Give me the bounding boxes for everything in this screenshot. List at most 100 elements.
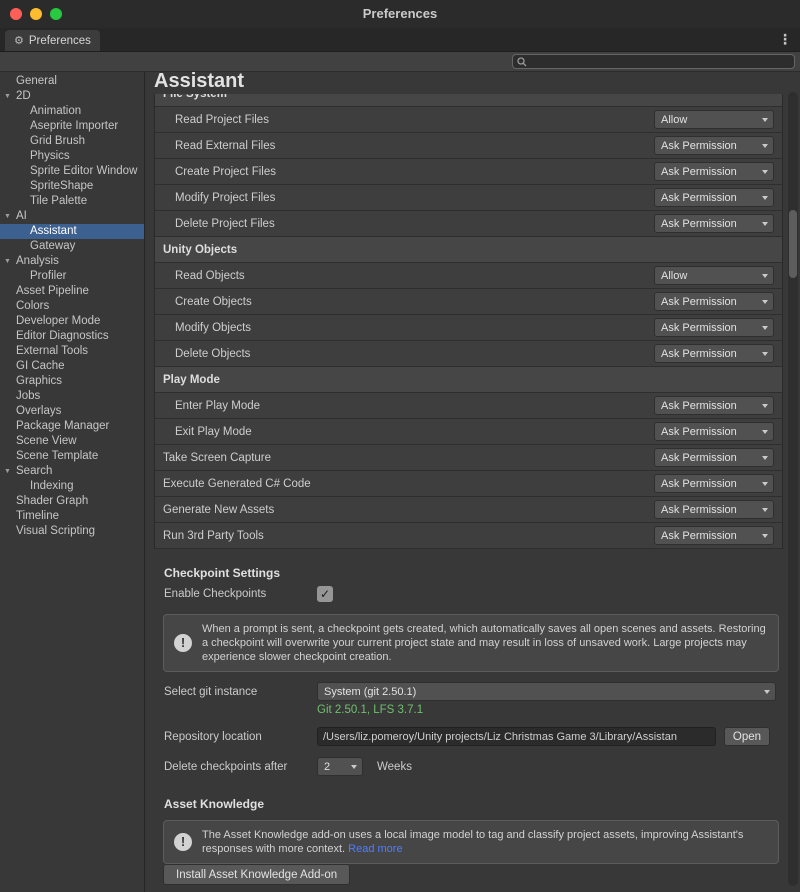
sidebar-item-assistant[interactable]: Assistant	[0, 224, 144, 239]
git-instance-dropdown[interactable]: System (git 2.50.1)	[317, 682, 776, 701]
install-asset-knowledge-button[interactable]: Install Asset Knowledge Add-on	[163, 864, 350, 885]
enable-checkpoints-checkbox[interactable]: ✓	[317, 586, 333, 602]
sidebar-item-overlays[interactable]: Overlays	[0, 404, 144, 419]
dropdown-value: Ask Permission	[655, 218, 762, 230]
sidebar-item-colors[interactable]: Colors	[0, 299, 144, 314]
permission-dropdown-modify-project-files[interactable]: Ask Permission	[654, 188, 774, 207]
sidebar-item-animation[interactable]: Animation	[0, 104, 144, 119]
permission-label: Play Mode	[163, 374, 220, 386]
chevron-down-icon	[762, 118, 768, 122]
main-area: General▼2DAnimationAseprite ImporterGrid…	[0, 72, 800, 892]
sidebar-item-label: SpriteShape	[30, 180, 93, 192]
gear-icon: ⚙	[14, 34, 24, 47]
sidebar-item-ai[interactable]: ▼AI	[0, 209, 144, 224]
sidebar-item-gi-cache[interactable]: GI Cache	[0, 359, 144, 374]
sidebar-item-developer-mode[interactable]: Developer Mode	[0, 314, 144, 329]
permission-dropdown-generate-new-assets[interactable]: Ask Permission	[654, 500, 774, 519]
foldout-arrow-icon[interactable]: ▼	[4, 464, 11, 479]
foldout-arrow-icon[interactable]: ▼	[4, 89, 11, 104]
permission-label: Execute Generated C# Code	[163, 478, 311, 490]
dropdown-value: Ask Permission	[655, 426, 762, 438]
dropdown-value: Ask Permission	[655, 530, 762, 542]
permission-row-read-objects: Read Objects Allow	[155, 263, 782, 289]
dropdown-value: Ask Permission	[655, 140, 762, 152]
tab-preferences[interactable]: ⚙ Preferences	[5, 30, 100, 51]
sidebar-item-sprite-editor-window[interactable]: Sprite Editor Window	[0, 164, 144, 179]
sidebar-item-gateway[interactable]: Gateway	[0, 239, 144, 254]
delete-after-unit: Weeks	[377, 761, 412, 773]
checkpoint-info-text: When a prompt is sent, a checkpoint gets…	[202, 622, 768, 664]
search-input[interactable]	[530, 56, 790, 68]
permission-dropdown-modify-objects[interactable]: Ask Permission	[654, 318, 774, 337]
permission-dropdown-run-3rd-party-tools[interactable]: Ask Permission	[654, 526, 774, 545]
sidebar-item-visual-scripting[interactable]: Visual Scripting	[0, 524, 144, 539]
sidebar-item-label: Timeline	[16, 510, 59, 522]
sidebar-item-2d[interactable]: ▼2D	[0, 89, 144, 104]
permission-dropdown-take-screen-capture[interactable]: Ask Permission	[654, 448, 774, 467]
foldout-arrow-icon[interactable]: ▼	[4, 254, 11, 269]
sidebar-item-grid-brush[interactable]: Grid Brush	[0, 134, 144, 149]
delete-checkpoints-label: Delete checkpoints after	[164, 761, 317, 773]
delete-after-dropdown[interactable]: 2	[317, 757, 363, 776]
permission-label: Create Project Files	[175, 166, 276, 178]
sidebar-item-asset-pipeline[interactable]: Asset Pipeline	[0, 284, 144, 299]
sidebar-item-shader-graph[interactable]: Shader Graph	[0, 494, 144, 509]
sidebar-item-timeline[interactable]: Timeline	[0, 509, 144, 524]
permission-row-create-project-files: Create Project Files Ask Permission	[155, 159, 782, 185]
sidebar-item-physics[interactable]: Physics	[0, 149, 144, 164]
traffic-lights	[10, 8, 62, 20]
minimize-window-button[interactable]	[30, 8, 42, 20]
dropdown-value: System (git 2.50.1)	[318, 686, 764, 698]
kebab-menu-icon[interactable]: ⋮	[778, 31, 792, 48]
foldout-arrow-icon[interactable]: ▼	[4, 209, 11, 224]
sidebar-item-profiler[interactable]: Profiler	[0, 269, 144, 284]
sidebar-item-indexing[interactable]: Indexing	[0, 479, 144, 494]
sidebar-item-tile-palette[interactable]: Tile Palette	[0, 194, 144, 209]
permission-dropdown-create-project-files[interactable]: Ask Permission	[654, 162, 774, 181]
permission-row-modify-project-files: Modify Project FilesAsk Permission	[155, 185, 782, 211]
sidebar-item-label: Shader Graph	[16, 495, 88, 507]
sidebar-item-external-tools[interactable]: External Tools	[0, 344, 144, 359]
sidebar-item-scene-view[interactable]: Scene View	[0, 434, 144, 449]
sidebar-item-label: Assistant	[30, 225, 77, 237]
permission-row-exit-play-mode: Exit Play ModeAsk Permission	[155, 419, 782, 445]
sidebar-item-analysis[interactable]: ▼Analysis	[0, 254, 144, 269]
repository-location-label: Repository location	[164, 731, 317, 743]
sidebar-item-aseprite-importer[interactable]: Aseprite Importer	[0, 119, 144, 134]
sidebar-item-spriteshape[interactable]: SpriteShape	[0, 179, 144, 194]
permission-label: Read Objects	[175, 270, 245, 282]
search-box[interactable]	[512, 54, 795, 69]
scrollbar-thumb[interactable]	[789, 210, 797, 278]
permission-dropdown-read-project-files[interactable]: Allow	[654, 110, 774, 129]
permission-dropdown-read-objects[interactable]: Allow	[654, 266, 774, 285]
chevron-down-icon	[762, 482, 768, 486]
enable-checkpoints-label: Enable Checkpoints	[164, 588, 317, 600]
zoom-window-button[interactable]	[50, 8, 62, 20]
dropdown-value: Ask Permission	[655, 166, 762, 178]
chevron-down-icon	[762, 300, 768, 304]
sidebar-item-graphics[interactable]: Graphics	[0, 374, 144, 389]
permission-dropdown-exit-play-mode[interactable]: Ask Permission	[654, 422, 774, 441]
info-icon: !	[174, 634, 192, 652]
permission-dropdown-create-objects[interactable]: Ask Permission	[654, 292, 774, 311]
permission-label: Read External Files	[175, 140, 275, 152]
sidebar-item-editor-diagnostics[interactable]: Editor Diagnostics	[0, 329, 144, 344]
permission-dropdown-execute-generated-c-code[interactable]: Ask Permission	[654, 474, 774, 493]
repository-location-field[interactable]: /Users/liz.pomeroy/Unity projects/Liz Ch…	[317, 727, 716, 746]
permission-dropdown-delete-project-files[interactable]: Ask Permission	[654, 214, 774, 233]
close-window-button[interactable]	[10, 8, 22, 20]
sidebar-item-label: Gateway	[30, 240, 75, 252]
read-more-link[interactable]: Read more	[348, 843, 402, 855]
permission-dropdown-delete-objects[interactable]: Ask Permission	[654, 344, 774, 363]
sidebar-item-scene-template[interactable]: Scene Template	[0, 449, 144, 464]
sidebar-item-package-manager[interactable]: Package Manager	[0, 419, 144, 434]
open-button[interactable]: Open	[724, 727, 770, 746]
sidebar-item-search[interactable]: ▼Search	[0, 464, 144, 479]
permission-dropdown-read-external-files[interactable]: Ask Permission	[654, 136, 774, 155]
chevron-down-icon	[762, 508, 768, 512]
sidebar-item-general[interactable]: General	[0, 74, 144, 89]
sidebar-item-jobs[interactable]: Jobs	[0, 389, 144, 404]
permission-dropdown-enter-play-mode[interactable]: Ask Permission	[654, 396, 774, 415]
permission-row-take-screen-capture: Take Screen CaptureAsk Permission	[155, 445, 782, 471]
vertical-scrollbar[interactable]	[788, 92, 798, 886]
